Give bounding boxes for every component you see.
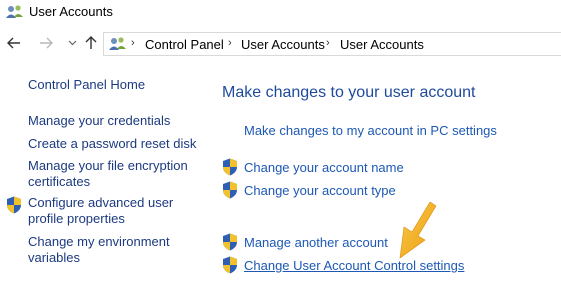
breadcrumb-separator-icon[interactable]: › <box>326 37 330 49</box>
manage-another-account-link[interactable]: Manage another account <box>244 235 388 250</box>
configure-advanced-profile-link[interactable]: Configure advanced user profile properti… <box>28 195 173 227</box>
address-row: › Control Panel › User Accounts › User A… <box>0 30 561 58</box>
control-panel-home-link[interactable]: Control Panel Home <box>28 77 145 93</box>
page-title: Make changes to your user account <box>222 84 476 101</box>
recent-locations-button[interactable] <box>64 34 80 52</box>
pointer-arrow-icon <box>399 202 437 259</box>
link-line: certificates <box>28 174 91 189</box>
link-line: Manage your file encryption <box>28 158 188 173</box>
user-accounts-location-icon <box>109 37 126 50</box>
window-title: User Accounts <box>29 4 113 19</box>
link-line: Configure advanced user <box>28 195 174 210</box>
breadcrumb-user-accounts-current[interactable]: User Accounts <box>340 37 424 52</box>
uac-shield-icon <box>223 181 237 199</box>
manage-file-encryption-link[interactable]: Manage your file encryption certificates <box>28 158 188 190</box>
up-arrow-icon <box>85 36 97 49</box>
user-accounts-app-icon <box>6 5 23 18</box>
breadcrumb-user-accounts[interactable]: User Accounts <box>241 37 325 52</box>
link-line: variables <box>28 250 81 265</box>
change-account-name-link[interactable]: Change your account name <box>244 160 404 175</box>
pc-settings-link[interactable]: Make changes to my account in PC setting… <box>244 123 497 138</box>
up-button[interactable] <box>83 34 99 52</box>
forward-button[interactable] <box>38 34 54 52</box>
uac-shield-icon <box>223 158 237 176</box>
chevron-down-icon <box>68 40 76 46</box>
uac-shield-icon <box>223 233 237 251</box>
link-line: profile properties <box>28 211 125 226</box>
breadcrumb-separator-icon[interactable]: › <box>228 37 232 49</box>
title-bar: User Accounts <box>0 0 561 26</box>
address-bar[interactable]: › Control Panel › User Accounts › User A… <box>103 32 561 56</box>
breadcrumb-separator-icon[interactable]: › <box>131 37 135 49</box>
user-accounts-window: User Accounts › Control Panel › User Acc… <box>0 0 561 288</box>
create-password-reset-disk-link[interactable]: Create a password reset disk <box>28 136 196 152</box>
change-account-type-link[interactable]: Change your account type <box>244 183 396 198</box>
uac-shield-icon <box>7 196 21 214</box>
uac-shield-icon <box>223 256 237 274</box>
link-line: Change my environment <box>28 234 170 249</box>
forward-arrow-icon <box>40 37 53 49</box>
change-environment-variables-link[interactable]: Change my environment variables <box>28 234 170 266</box>
back-button[interactable] <box>6 34 22 52</box>
manage-credentials-link[interactable]: Manage your credentials <box>28 113 170 129</box>
back-arrow-icon <box>7 37 20 49</box>
breadcrumb-control-panel[interactable]: Control Panel <box>145 37 224 52</box>
